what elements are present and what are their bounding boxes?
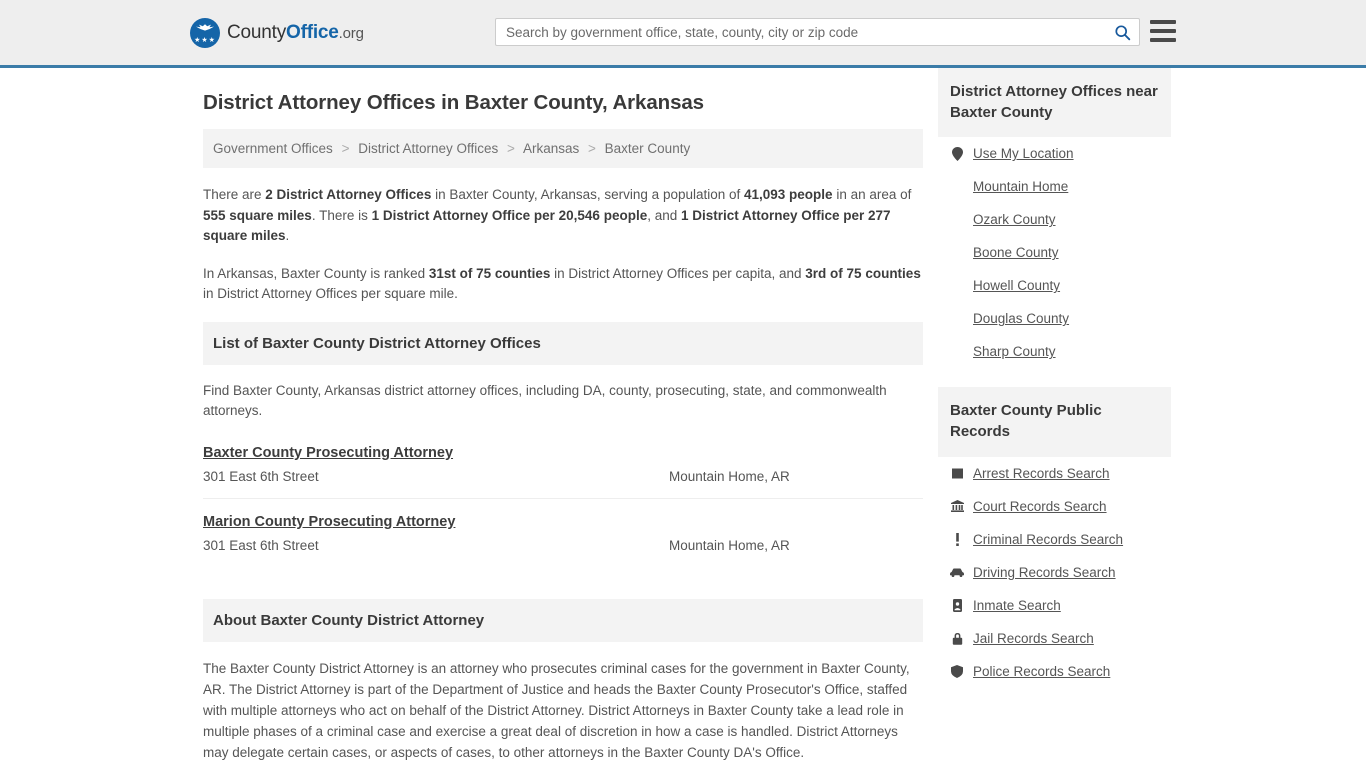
- logo-wordmark: CountyOffice.org: [227, 22, 364, 44]
- sidebar-item-label[interactable]: Howell County: [973, 278, 1060, 293]
- sidebar-item-label[interactable]: Police Records Search: [973, 664, 1110, 679]
- sidebar-item-court-records[interactable]: Court Records Search: [938, 490, 1171, 523]
- car-icon: [950, 568, 964, 577]
- sidebar-item-criminal-records[interactable]: Criminal Records Search: [938, 523, 1171, 556]
- breadcrumb-item-district-attorney-offices[interactable]: District Attorney Offices: [358, 141, 498, 156]
- page-body: District Attorney Offices in Baxter Coun…: [0, 68, 1366, 768]
- office-name-link[interactable]: Baxter County Prosecuting Attorney: [203, 445, 453, 461]
- breadcrumb-separator: >: [507, 141, 515, 156]
- about-paragraph: The Baxter County District Attorney is a…: [203, 660, 910, 760]
- sidebar-item-sharp-county[interactable]: Sharp County: [938, 335, 1171, 368]
- sidebar-item-douglas-county[interactable]: Douglas County: [938, 302, 1171, 335]
- about-section-body: The Baxter County District Attorney is a…: [203, 658, 923, 768]
- hamburger-bar: [1150, 29, 1176, 33]
- hamburger-bar: [1150, 38, 1176, 42]
- list-section-intro: Find Baxter County, Arkansas district at…: [203, 382, 887, 419]
- office-name-link[interactable]: Marion County Prosecuting Attorney: [203, 514, 455, 530]
- list-item: Marion County Prosecuting Attorney 301 E…: [203, 513, 923, 567]
- sidebar-item-police-records[interactable]: Police Records Search: [938, 655, 1171, 688]
- main-content: District Attorney Offices in Baxter Coun…: [203, 68, 923, 768]
- office-address: 301 East 6th Street: [203, 537, 319, 553]
- sidebar-item-label[interactable]: Driving Records Search: [973, 565, 1116, 580]
- sidebar-item-label[interactable]: Use My Location: [973, 146, 1074, 161]
- sidebar-item-label[interactable]: Arrest Records Search: [973, 466, 1110, 481]
- breadcrumb-item-government-offices[interactable]: Government Offices: [213, 141, 333, 156]
- statistics-paragraph-1: There are 2 District Attorney Offices in…: [203, 187, 912, 244]
- sidebar-public-records-block: Baxter County Public Records Arrest Reco…: [938, 387, 1171, 687]
- exclamation-icon: [950, 532, 964, 546]
- fingerprint-icon: [950, 468, 964, 479]
- courthouse-icon: [950, 500, 964, 513]
- site-logo[interactable]: ★★★ CountyOffice.org: [190, 17, 364, 48]
- site-header: ★★★ CountyOffice.org: [0, 0, 1366, 68]
- sidebar-item-howell-county[interactable]: Howell County: [938, 269, 1171, 302]
- sidebar-nearby-list: Use My Location Mountain Home Ozark Coun…: [938, 137, 1171, 368]
- logo-tld: .org: [338, 24, 364, 42]
- breadcrumb-separator: >: [341, 141, 350, 156]
- breadcrumb-item-arkansas[interactable]: Arkansas: [523, 141, 579, 156]
- statistics-paragraph-2: In Arkansas, Baxter County is ranked 31s…: [203, 265, 921, 302]
- sidebar-item-label[interactable]: Sharp County: [973, 344, 1056, 359]
- breadcrumb-item-baxter-county[interactable]: Baxter County: [605, 141, 691, 156]
- sidebar-item-label[interactable]: Mountain Home: [973, 179, 1068, 194]
- hamburger-bar: [1150, 20, 1176, 24]
- sidebar: District Attorney Offices near Baxter Co…: [938, 68, 1171, 768]
- logo-office: Office: [286, 21, 339, 43]
- sidebar-item-mountain-home[interactable]: Mountain Home: [938, 170, 1171, 203]
- sidebar-item-ozark-county[interactable]: Ozark County: [938, 203, 1171, 236]
- sidebar-item-boone-county[interactable]: Boone County: [938, 236, 1171, 269]
- sidebar-public-records-heading: Baxter County Public Records: [938, 387, 1171, 457]
- sidebar-item-label[interactable]: Court Records Search: [973, 499, 1107, 514]
- list-section-heading: List of Baxter County District Attorney …: [203, 321, 923, 365]
- shield-icon: [950, 664, 964, 678]
- search-bar[interactable]: [495, 18, 1140, 46]
- stars-glyph: ★★★: [194, 36, 216, 44]
- sidebar-item-inmate-search[interactable]: Inmate Search: [938, 589, 1171, 622]
- sidebar-item-jail-records[interactable]: Jail Records Search: [938, 622, 1171, 655]
- sidebar-item-label[interactable]: Jail Records Search: [973, 631, 1094, 646]
- breadcrumb-separator: >: [588, 141, 596, 156]
- office-city-state: Mountain Home, AR: [669, 468, 790, 484]
- sidebar-nearby-heading: District Attorney Offices near Baxter Co…: [938, 68, 1171, 138]
- office-detail-row: 301 East 6th Street Mountain Home, AR: [203, 538, 923, 553]
- statistics-section: There are 2 District Attorney Offices in…: [203, 185, 923, 305]
- office-city-state: Mountain Home, AR: [669, 537, 790, 553]
- hamburger-menu-icon[interactable]: [1150, 20, 1176, 42]
- sidebar-public-records-list: Arrest Records Search Court Records Sear…: [938, 457, 1171, 688]
- id-badge-icon: [950, 598, 964, 612]
- list-item: Baxter County Prosecuting Attorney 301 E…: [203, 444, 923, 499]
- sidebar-item-label[interactable]: Ozark County: [973, 212, 1056, 227]
- sidebar-item-label[interactable]: Boone County: [973, 245, 1059, 260]
- sidebar-item-label[interactable]: Douglas County: [973, 311, 1069, 326]
- about-section-heading: About Baxter County District Attorney: [203, 598, 923, 642]
- search-icon: [1114, 24, 1130, 40]
- eagle-seal-icon: ★★★: [190, 17, 220, 48]
- office-detail-row: 301 East 6th Street Mountain Home, AR: [203, 469, 923, 484]
- eagle-glyph: [196, 23, 214, 31]
- sidebar-item-arrest-records[interactable]: Arrest Records Search: [938, 457, 1171, 490]
- office-list: Baxter County Prosecuting Attorney 301 E…: [203, 444, 923, 567]
- search-button[interactable]: [1105, 19, 1139, 45]
- office-address: 301 East 6th Street: [203, 468, 319, 484]
- sidebar-item-label[interactable]: Inmate Search: [973, 598, 1061, 613]
- page-title: District Attorney Offices in Baxter Coun…: [203, 91, 704, 114]
- map-pin-icon: [950, 146, 964, 161]
- sidebar-item-driving-records[interactable]: Driving Records Search: [938, 556, 1171, 589]
- breadcrumb: Government Offices > District Attorney O…: [203, 129, 923, 168]
- sidebar-item-label[interactable]: Criminal Records Search: [973, 532, 1123, 547]
- lock-icon: [950, 632, 964, 645]
- sidebar-item-use-my-location[interactable]: Use My Location: [938, 137, 1171, 170]
- search-input[interactable]: [496, 24, 1105, 40]
- logo-county: County: [227, 21, 287, 43]
